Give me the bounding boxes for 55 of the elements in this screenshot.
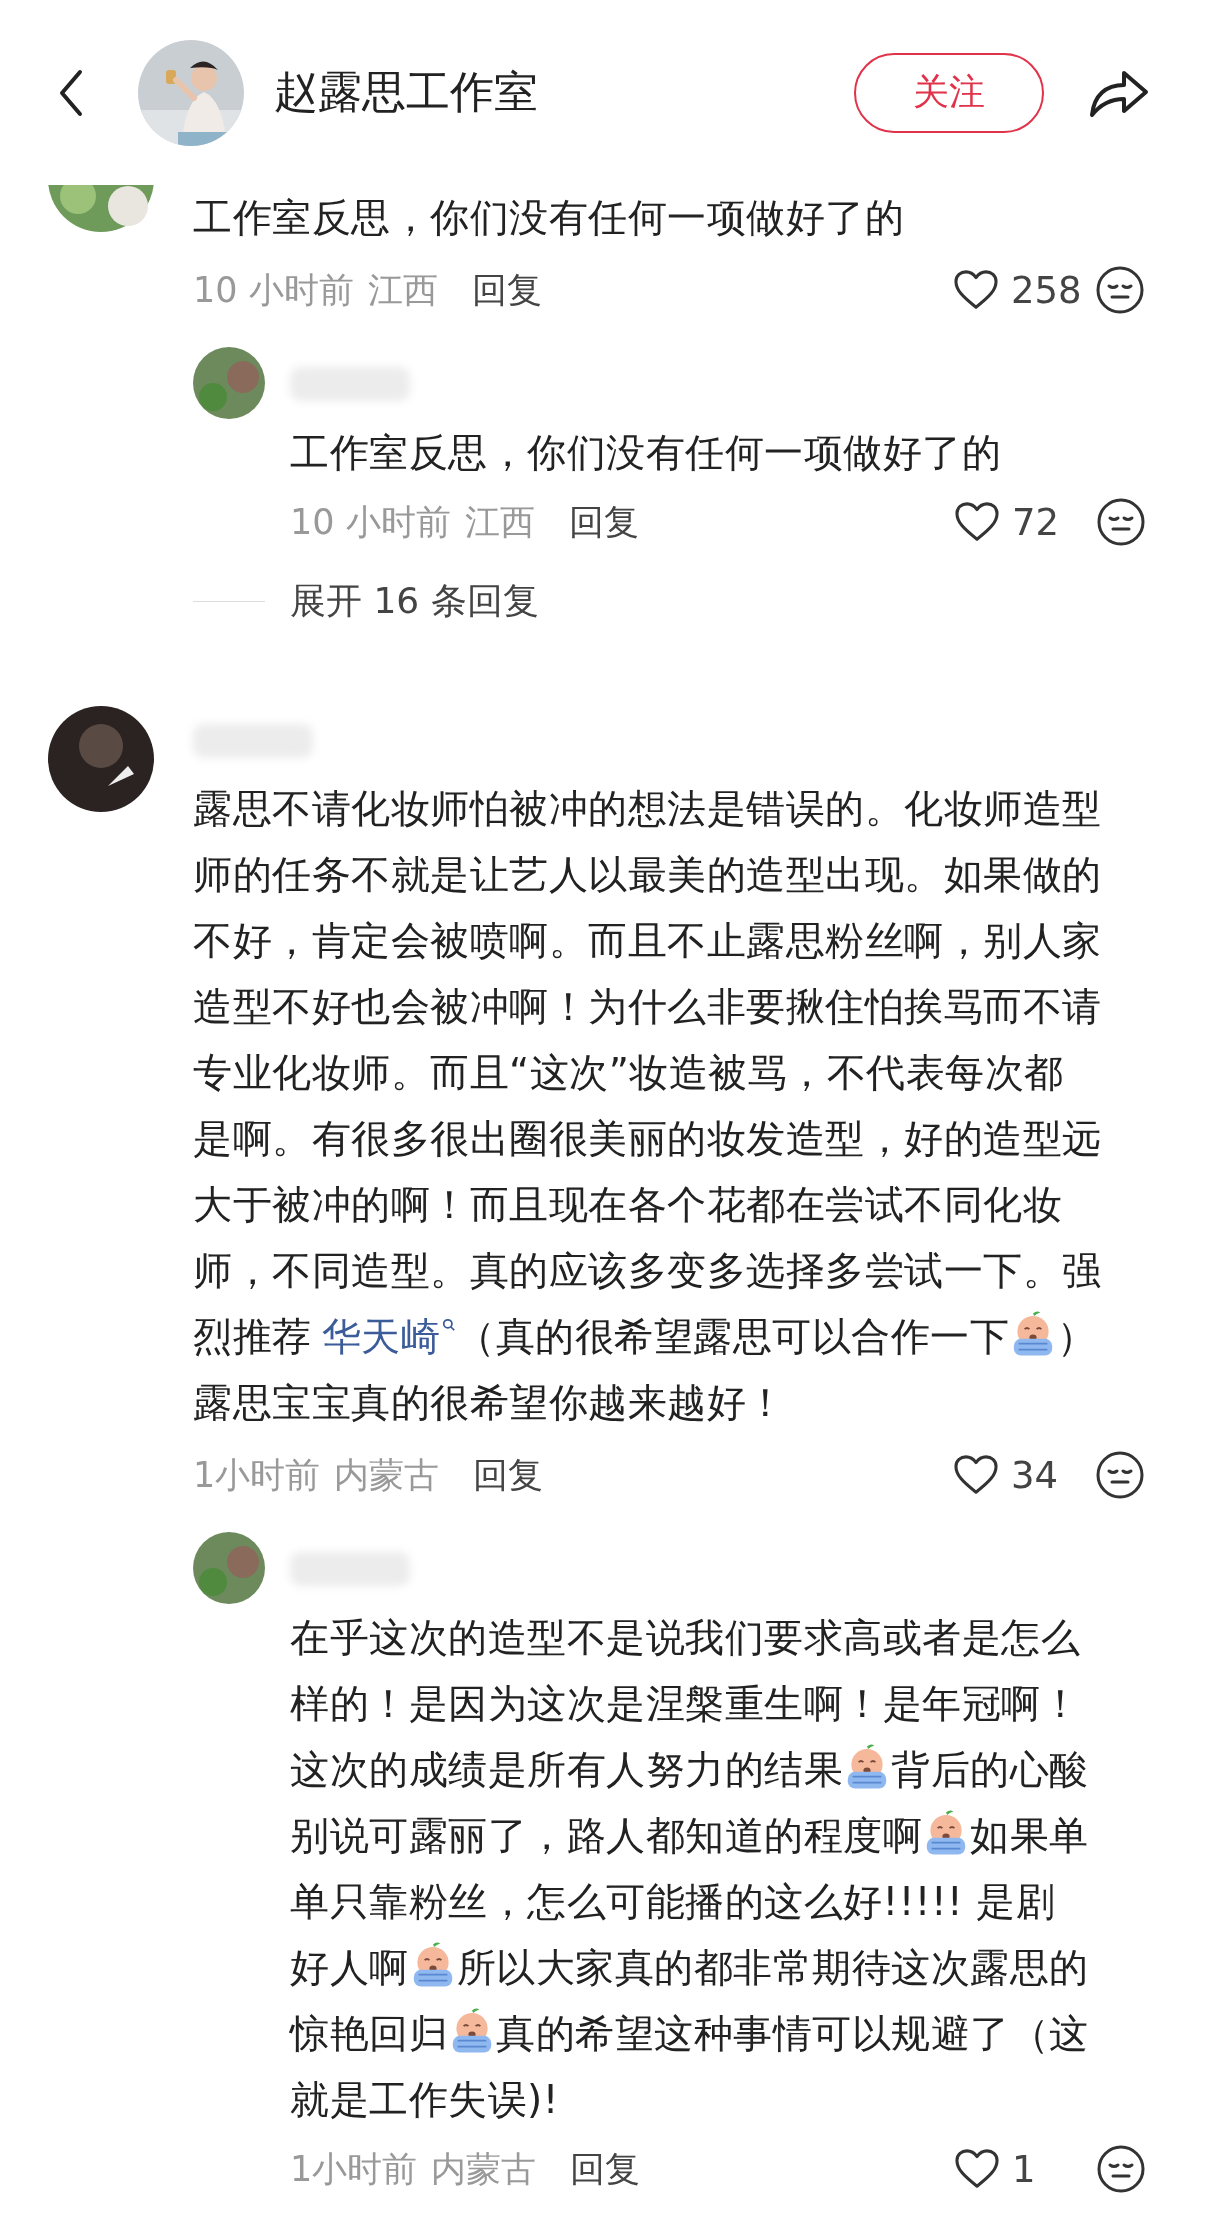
heart-icon[interactable] — [954, 501, 1000, 543]
comment-location: 江西 — [367, 268, 438, 312]
comment-text: 师，不同造型。真的应该多变多选择多尝试一下。强 — [193, 1248, 1102, 1293]
comment-text: 好人啊 — [290, 1945, 409, 1990]
account-title: 赵露思工作室 — [274, 65, 538, 119]
reply-button[interactable]: 回复 — [570, 2145, 641, 2193]
comment-text: 所以大家真的都非常期待这次露思的 — [456, 1945, 1089, 1990]
like-count: 258 — [1011, 268, 1083, 312]
comment-text: 就是工作失误)! — [290, 2077, 559, 2122]
comment-text: 样的！是因为这次是涅槃重生啊！是年冠啊！ — [290, 1681, 1080, 1726]
comment-time: 1小时前 — [193, 1453, 321, 1497]
comment-text: 师的任务不就是让艺人以最美的造型出现。如果做的 — [193, 852, 1102, 897]
comment-text: 不好，肯定会被喷啊。而且不止露思粉丝啊，别人家 — [193, 918, 1102, 963]
mention-link[interactable]: 华天崎 — [321, 1314, 456, 1359]
comment-text: （真的很希望露思可以合作一下 — [456, 1314, 1009, 1359]
comment-text: 在乎这次的造型不是说我们要求高或者是怎么 — [290, 1615, 1080, 1660]
comment-text: 如果单 — [970, 1813, 1089, 1858]
comment-text: 专业化妆师。而且“这次”妆造被骂，不代表每次都 — [193, 1050, 1064, 1095]
comment-time: 10 小时前 — [193, 268, 354, 312]
comment-time: 1小时前 — [290, 2147, 418, 2191]
like-count: 1 — [1012, 2147, 1037, 2191]
comment-text: 工作室反思，你们没有任何一项做好了的 — [193, 195, 904, 240]
follow-button[interactable]: 关注 — [854, 52, 1044, 133]
heart-icon[interactable] — [953, 1454, 999, 1496]
reply-button[interactable]: 回复 — [471, 266, 542, 314]
comment-text: 工作室反思，你们没有任何一项做好了的 — [290, 430, 1001, 475]
heart-icon[interactable] — [954, 2148, 1000, 2190]
comment-text: 惊艳回归 — [290, 2011, 448, 2056]
neutral-face-icon[interactable] — [1095, 1450, 1145, 1500]
comment-text: 别说可露丽了，路人都知道的程度啊 — [290, 1813, 922, 1858]
comment-text: 烈推荐 — [193, 1314, 312, 1359]
neutral-face-icon[interactable] — [1095, 265, 1145, 315]
comment-text: 大于被冲的啊！而且现在各个花都在尝试不同化妆 — [193, 1182, 1062, 1227]
comment-text: 露思宝宝真的很希望你越来越好！ — [193, 1380, 786, 1425]
reply-button[interactable]: 回复 — [568, 498, 639, 546]
reply-button[interactable]: 回复 — [473, 1451, 544, 1499]
comment-location: 内蒙古 — [334, 1453, 440, 1497]
like-count: 34 — [1011, 1453, 1060, 1497]
comment-text: 造型不好也会被冲啊！为什么非要揪住怕挨骂而不请 — [193, 984, 1102, 1029]
comment-location: 江西 — [464, 500, 535, 544]
heart-icon[interactable] — [953, 269, 999, 311]
neutral-face-icon[interactable] — [1096, 497, 1146, 547]
comment-text: ） — [1057, 1314, 1097, 1359]
comment-text: 这次的成绩是所有人努力的结果 — [290, 1747, 843, 1792]
comment-text: 背后的心酸 — [891, 1747, 1089, 1792]
comment-text: 单只靠粉丝，怎么可能播的这么好!!!!! 是剧 — [290, 1879, 1056, 1924]
search-icon — [442, 1318, 456, 1332]
expand-replies-button[interactable]: 展开 16 条回复 — [290, 576, 539, 626]
comment-text: 露思不请化妆师怕被冲的想法是错误的。化妆师造型 — [193, 786, 1102, 831]
neutral-face-icon[interactable] — [1096, 2144, 1146, 2194]
comment-text: 是啊。有很多很出圈很美丽的妆发造型，好的造型远 — [193, 1116, 1102, 1161]
comment-time: 10 小时前 — [290, 500, 451, 544]
like-count: 72 — [1012, 500, 1061, 544]
comment-location: 内蒙古 — [431, 2147, 537, 2191]
comment-text: 真的希望这种事情可以规避了（这 — [496, 2011, 1089, 2056]
